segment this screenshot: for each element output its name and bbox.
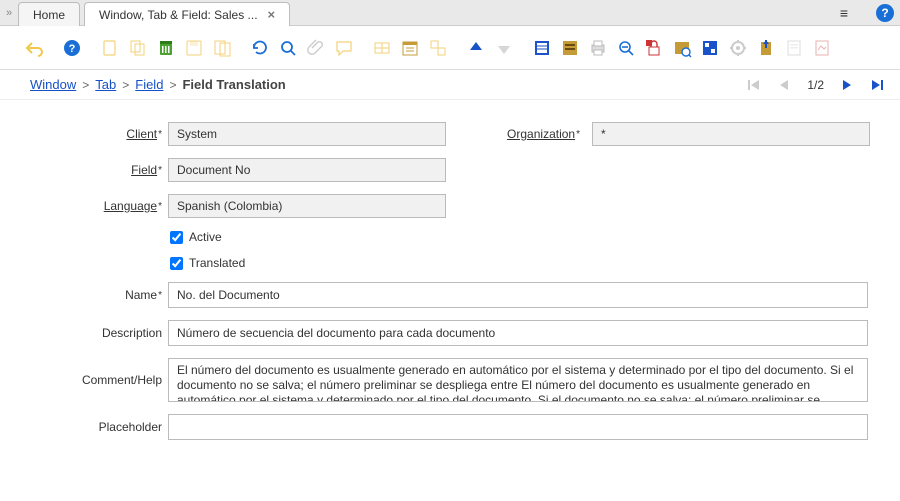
translated-label: Translated (189, 256, 245, 270)
breadcrumb-field[interactable]: Field (135, 77, 163, 92)
undo-icon[interactable] (22, 36, 46, 60)
tab-close-icon[interactable]: × (268, 7, 276, 22)
print-icon[interactable] (586, 36, 610, 60)
active-checkbox-wrap[interactable]: Active (168, 230, 222, 244)
workflow-icon[interactable] (698, 36, 722, 60)
next-record-icon[interactable] (840, 78, 854, 92)
top-tab-bar: » Home Window, Tab & Field: Sales ... × … (0, 0, 900, 26)
breadcrumbs: Window > Tab > Field > Field Translation… (0, 70, 900, 100)
archive-icon[interactable] (558, 36, 582, 60)
last-record-icon[interactable] (870, 78, 884, 92)
organization-field[interactable]: * (592, 122, 870, 146)
toolbar: ? (0, 26, 900, 70)
svg-text:?: ? (69, 43, 76, 55)
new-icon[interactable] (98, 36, 122, 60)
description-input[interactable] (168, 320, 868, 346)
active-checkbox[interactable] (170, 231, 183, 244)
breadcrumb-separator: > (82, 78, 89, 92)
attachment-icon[interactable] (304, 36, 328, 60)
name-input[interactable] (168, 282, 868, 308)
grid-icon[interactable] (370, 36, 394, 60)
placeholder-label: Placeholder (30, 420, 168, 434)
client-label: Client* (30, 127, 168, 141)
menu-icon[interactable]: ≡ (840, 5, 848, 21)
client-field[interactable]: System (168, 122, 446, 146)
tab-home[interactable]: Home (18, 2, 80, 26)
tab-active[interactable]: Window, Tab & Field: Sales ... × (84, 2, 290, 26)
translated-checkbox[interactable] (170, 257, 183, 270)
refresh-icon[interactable] (248, 36, 272, 60)
tab-home-label: Home (33, 8, 65, 22)
form-icon[interactable] (530, 36, 554, 60)
field-field[interactable]: Document No (168, 158, 446, 182)
zoom-out-icon[interactable] (614, 36, 638, 60)
record-count: 1/2 (807, 78, 824, 92)
search-icon[interactable] (276, 36, 300, 60)
form: Client* System Organization* * Field* Do… (0, 100, 900, 462)
help-icon[interactable]: ? (876, 4, 894, 22)
topbar-actions: ≡ ? (840, 0, 900, 25)
active-label: Active (189, 230, 222, 244)
description-label: Description (30, 326, 168, 340)
record-nav: 1/2 (747, 78, 890, 92)
field-label: Field* (30, 163, 168, 177)
first-record-icon[interactable] (747, 78, 761, 92)
breadcrumb-tab[interactable]: Tab (95, 77, 116, 92)
comment-help-textarea[interactable] (168, 358, 868, 402)
zoom-across-icon[interactable] (670, 36, 694, 60)
copy-icon[interactable] (126, 36, 150, 60)
language-field[interactable]: Spanish (Colombia) (168, 194, 446, 218)
breadcrumb-current: Field Translation (182, 77, 285, 92)
csv-import-icon[interactable] (810, 36, 834, 60)
organization-label: Organization* (490, 127, 586, 141)
parent-up-icon[interactable] (464, 36, 488, 60)
translated-checkbox-wrap[interactable]: Translated (168, 256, 245, 270)
import-icon[interactable] (782, 36, 806, 60)
tab-active-label: Window, Tab & Field: Sales ... (99, 8, 258, 22)
parent-down-icon[interactable] (492, 36, 516, 60)
language-label: Language* (30, 199, 168, 213)
comment-help-label: Comment/Help (30, 373, 168, 387)
save-icon[interactable] (182, 36, 206, 60)
help-toolbar-icon[interactable]: ? (60, 36, 84, 60)
lock-icon[interactable] (642, 36, 666, 60)
report-icon[interactable] (426, 36, 450, 60)
breadcrumb-window[interactable]: Window (30, 77, 76, 92)
placeholder-input[interactable] (168, 414, 868, 440)
expand-handle-icon[interactable]: » (0, 0, 18, 25)
calendar-icon[interactable] (398, 36, 422, 60)
breadcrumb-separator: > (169, 78, 176, 92)
export-icon[interactable] (754, 36, 778, 60)
chat-icon[interactable] (332, 36, 356, 60)
delete-icon[interactable] (154, 36, 178, 60)
prev-record-icon[interactable] (777, 78, 791, 92)
process-icon[interactable] (726, 36, 750, 60)
name-label: Name* (30, 288, 168, 302)
breadcrumb-separator: > (122, 78, 129, 92)
save-new-icon[interactable] (210, 36, 234, 60)
